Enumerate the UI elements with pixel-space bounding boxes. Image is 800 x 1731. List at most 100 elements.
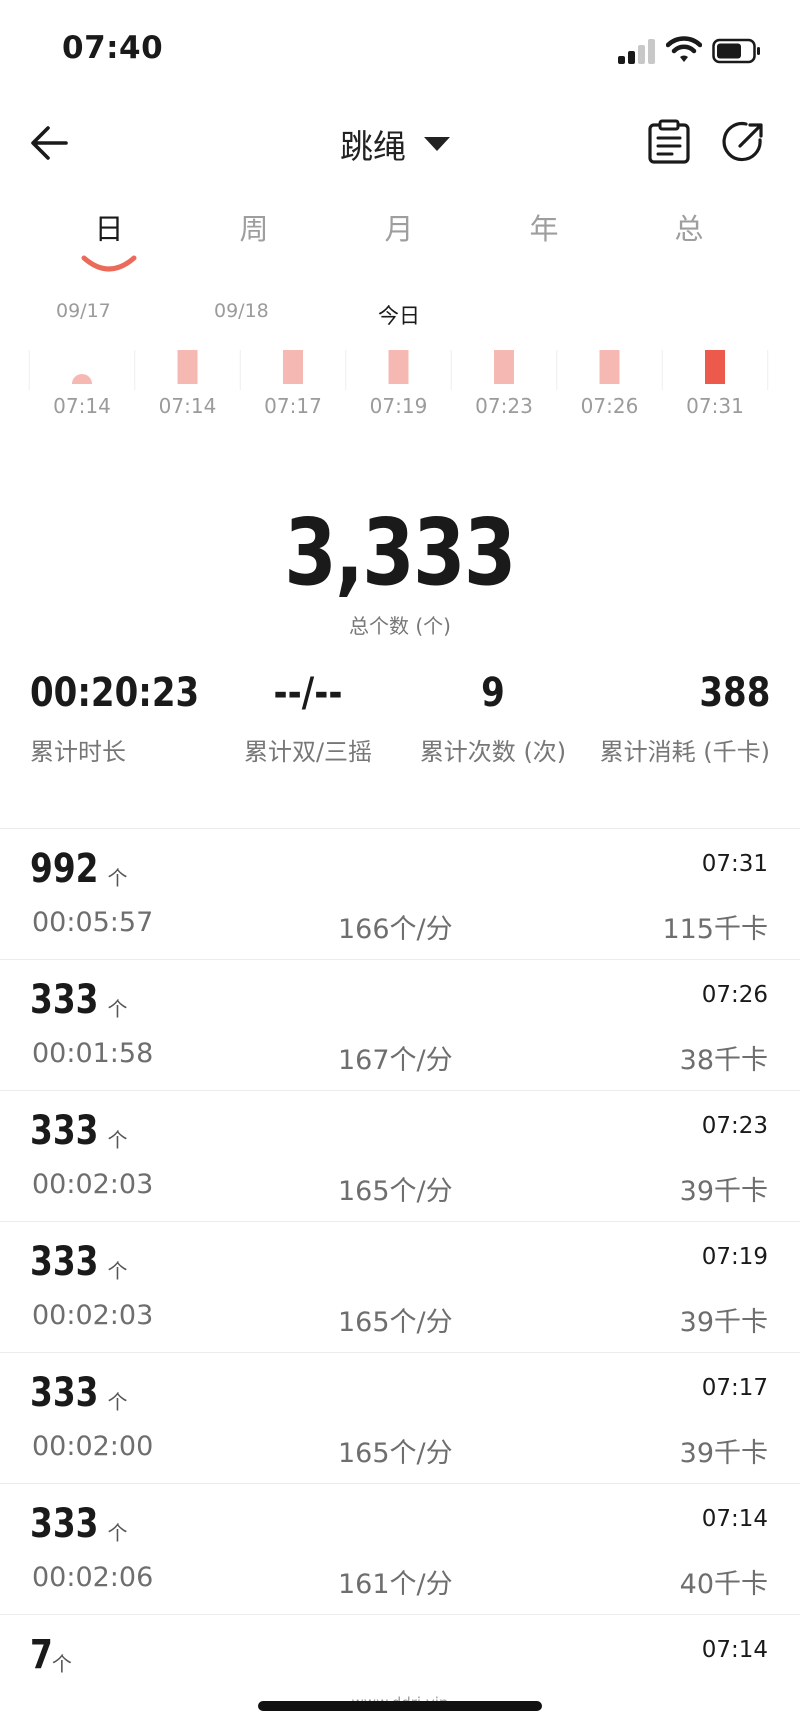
chart-bar[interactable] — [177, 350, 198, 384]
chart-tick-label: 07:19 — [369, 394, 428, 418]
session-start-time: 07:19 — [701, 1244, 768, 1270]
session-count-value: 333 — [30, 1239, 99, 1285]
stats-row: 00:20:23 累计时长 --/-- 累计双/三摇 9 累计次数 (次) 38… — [0, 666, 800, 776]
chart-bar[interactable] — [599, 350, 620, 384]
chart-tick-label: 07:17 — [264, 394, 322, 418]
chart-bar[interactable] — [388, 350, 409, 384]
session-calories: 115千卡 — [662, 914, 768, 945]
session-count-unit: 个 — [107, 1390, 128, 1414]
session-calories: 40千卡 — [679, 1569, 768, 1600]
session-pace: 161个/分 — [338, 1569, 453, 1600]
cellular-signal-icon — [618, 38, 658, 64]
session-count-unit: 个 — [107, 1128, 128, 1152]
stat-sessions: 9 累计次数 (次) — [418, 666, 568, 767]
session-duration: 00:02:06 — [32, 1562, 154, 1593]
session-record[interactable]: 333 个 07:26 00:01:58 167个/分 38千卡 — [0, 960, 800, 1091]
caret-down-icon — [424, 137, 450, 151]
stat-calories-label: 累计消耗 (千卡) — [599, 738, 770, 766]
session-count-unit: 个 — [107, 1259, 128, 1283]
session-count-unit: 个 — [51, 1652, 72, 1676]
session-count-unit: 个 — [107, 866, 128, 890]
session-duration: 00:01:58 — [32, 1038, 154, 1069]
date-item[interactable]: 09/18 — [214, 300, 269, 322]
session-record[interactable]: 333 个 07:23 00:02:03 165个/分 39千卡 — [0, 1091, 800, 1222]
sport-type-selector[interactable]: 跳绳 — [340, 120, 450, 168]
session-pace: 167个/分 — [338, 1045, 453, 1076]
battery-icon — [712, 38, 760, 64]
stat-double-under-value: --/-- — [273, 670, 343, 716]
total-count-label: 总个数 (个) — [349, 614, 451, 638]
stat-calories-value: 388 — [699, 670, 770, 716]
sessions-bar-chart: 07:14 07:14 07:17 07:19 07:23 07:26 07:31 — [0, 350, 800, 426]
session-count: 7 个 — [30, 1631, 72, 1679]
session-start-time: 07:26 — [701, 982, 768, 1008]
tab-month[interactable]: 月 — [354, 206, 444, 248]
calendar-icon[interactable] — [646, 118, 692, 166]
active-tab-indicator — [81, 255, 137, 272]
session-start-time: 07:23 — [701, 1113, 768, 1139]
session-start-time: 07:14 — [701, 1637, 768, 1663]
session-count-unit: 个 — [107, 1521, 128, 1545]
period-tabs: 日 周 月 年 总 — [0, 206, 800, 276]
session-record[interactable]: 333 个 07:19 00:02:03 165个/分 39千卡 — [0, 1222, 800, 1353]
session-count-value: 333 — [30, 1501, 99, 1547]
stat-duration-label: 累计时长 — [30, 738, 126, 766]
session-count-value: 333 — [30, 977, 99, 1023]
session-count: 333 个 — [30, 1500, 128, 1548]
chart-bar-selected[interactable] — [705, 350, 725, 384]
session-duration: 00:02:00 — [32, 1431, 154, 1462]
back-arrow-icon[interactable] — [26, 118, 76, 168]
status-time: 07:40 — [62, 30, 164, 66]
tab-year[interactable]: 年 — [499, 206, 589, 248]
chart-bar[interactable] — [494, 350, 514, 384]
date-item-today[interactable]: 今日 — [378, 300, 420, 330]
stat-calories: 388 累计消耗 (千卡) — [600, 666, 770, 767]
session-pace: 165个/分 — [338, 1176, 453, 1207]
session-start-time: 07:31 — [701, 851, 768, 877]
stat-double-under: --/-- 累计双/三摇 — [238, 666, 378, 767]
session-pace: 165个/分 — [338, 1307, 453, 1338]
session-calories: 39千卡 — [679, 1438, 768, 1469]
stat-sessions-value: 9 — [481, 670, 505, 716]
date-item[interactable]: 09/17 — [56, 300, 111, 322]
tab-day[interactable]: 日 — [64, 206, 154, 248]
session-record[interactable]: 333 个 07:14 00:02:06 161个/分 40千卡 — [0, 1484, 800, 1615]
session-count-value: 992 — [30, 846, 99, 892]
session-start-time: 07:17 — [701, 1375, 768, 1401]
chart-tick-label: 07:23 — [475, 394, 533, 418]
page-title: 跳绳 — [340, 127, 406, 166]
session-duration: 00:05:57 — [32, 907, 154, 938]
session-pace: 165个/分 — [338, 1438, 453, 1469]
status-bar: 07:40 — [0, 0, 800, 100]
stat-duration-value: 00:20:23 — [30, 670, 200, 716]
stat-duration: 00:20:23 累计时长 — [30, 666, 229, 767]
chart-bar[interactable] — [283, 350, 303, 384]
tab-week[interactable]: 周 — [209, 206, 299, 248]
session-calories: 39千卡 — [679, 1307, 768, 1338]
chart-bars — [28, 350, 769, 390]
chart-tick-label: 07:31 — [686, 394, 744, 418]
share-icon[interactable] — [720, 118, 768, 166]
chart-bar[interactable] — [72, 374, 92, 384]
session-pace: 166个/分 — [338, 914, 453, 945]
wifi-icon — [666, 36, 702, 62]
session-count: 333 个 — [30, 976, 128, 1024]
session-record[interactable]: 7 个 07:14 — [0, 1615, 800, 1731]
chart-tick-label: 07:14 — [158, 394, 217, 418]
session-record[interactable]: 992 个 07:31 00:05:57 166个/分 115千卡 — [0, 829, 800, 960]
tab-total[interactable]: 总 — [644, 206, 734, 248]
chart-tick-label: 07:26 — [580, 394, 639, 418]
home-indicator — [258, 1701, 542, 1711]
session-calories: 38千卡 — [679, 1045, 768, 1076]
session-duration: 00:02:03 — [32, 1169, 154, 1200]
session-count-value: 333 — [30, 1108, 99, 1154]
session-count-value: 7 — [30, 1632, 53, 1678]
session-count: 992 个 — [30, 845, 128, 893]
session-record[interactable]: 333 个 07:17 00:02:00 165个/分 39千卡 — [0, 1353, 800, 1484]
session-start-time: 07:14 — [701, 1506, 768, 1532]
nav-bar: 跳绳 — [0, 100, 800, 190]
total-count: 3,333 — [284, 499, 517, 606]
session-count-value: 333 — [30, 1370, 99, 1416]
session-count: 333 个 — [30, 1107, 128, 1155]
session-count-unit: 个 — [107, 997, 128, 1021]
